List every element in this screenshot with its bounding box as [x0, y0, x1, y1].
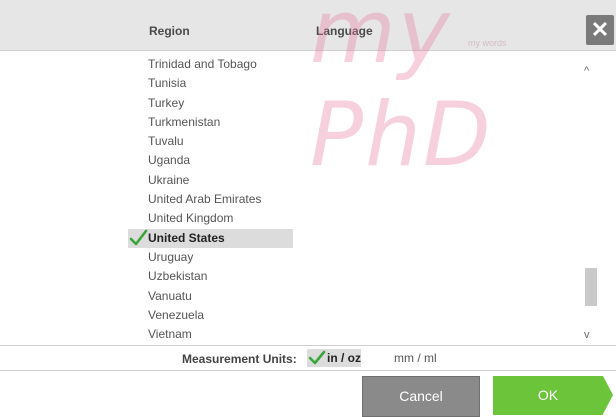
ok-button[interactable]: OK — [493, 376, 603, 415]
region-list-item[interactable]: United Kingdom — [128, 209, 293, 228]
region-label: Venezuela — [148, 307, 205, 322]
region-label: Trinidad and Tobago — [148, 57, 257, 71]
region-label: Vietnam — [148, 327, 192, 342]
region-column-header[interactable]: Region — [149, 24, 190, 38]
region-label: Uruguay — [148, 249, 194, 264]
language-column-header[interactable]: Language — [316, 24, 373, 38]
region-list-item[interactable]: United States — [128, 228, 293, 248]
region-label: United Kingdom — [148, 211, 234, 226]
region-list-item[interactable]: Turkmenistan — [128, 113, 293, 132]
region-label: United States — [148, 230, 225, 245]
region-list-item[interactable]: Turkey — [128, 94, 293, 113]
measurement-units-bar: Measurement Units: in / oz mm / ml — [0, 345, 616, 371]
region-label: Turkmenistan — [148, 114, 221, 129]
region-label: Tunisia — [148, 76, 187, 91]
region-list-item[interactable]: Uruguay — [128, 248, 293, 267]
dialog-header: Region Language ✕ — [0, 0, 616, 51]
region-label: Ukraine — [148, 172, 190, 187]
close-icon: ✕ — [590, 17, 610, 42]
unit-option-label: in / oz — [327, 351, 361, 365]
region-list-item[interactable]: Vietnam — [128, 325, 293, 344]
scroll-down-icon[interactable]: v — [584, 329, 590, 341]
unit-option-in-oz[interactable]: in / oz — [307, 349, 361, 367]
scroll-up-icon[interactable]: ^ — [584, 65, 589, 77]
region-list-item[interactable]: Vanuatu — [128, 287, 293, 306]
region-list-item[interactable]: Uganda — [128, 151, 293, 170]
region-list-item[interactable]: Trinidad and Tobago — [128, 55, 293, 74]
close-button[interactable]: ✕ — [586, 15, 614, 45]
unit-option-label: mm / ml — [394, 351, 437, 365]
region-label: Turkey — [148, 95, 185, 110]
cancel-button[interactable]: Cancel — [362, 376, 480, 417]
region-list-item[interactable]: Uzbekistan — [128, 267, 293, 286]
ok-button-arrow[interactable] — [603, 376, 613, 414]
region-label: Uzbekistan — [148, 269, 208, 284]
region-list-item[interactable]: Ukraine — [128, 171, 293, 190]
region-list-container: Trinidad and Tobago Tunisia Turkey Turkmeni… — [0, 51, 616, 344]
scrollbar[interactable]: ^ v — [580, 61, 600, 341]
region-list-item[interactable]: Venezuela — [128, 306, 293, 325]
scrollbar-thumb[interactable] — [585, 268, 597, 306]
region-label: Uganda — [148, 153, 191, 168]
checkmark-icon — [308, 350, 326, 365]
checkmark-icon — [129, 229, 148, 245]
region-list: Trinidad and Tobago Tunisia Turkey Turkmeni… — [128, 55, 293, 344]
region-list-item[interactable]: Tunisia — [128, 74, 293, 93]
region-label: United Arab Emirates — [148, 192, 262, 207]
region-label: Vanuatu — [148, 288, 192, 303]
unit-option-mm-ml[interactable]: mm / ml — [390, 349, 437, 367]
region-label: Tuvalu — [148, 134, 184, 149]
region-list-item[interactable]: Tuvalu — [128, 132, 293, 151]
region-list-item[interactable]: United Arab Emirates — [128, 190, 293, 209]
measurement-units-label: Measurement Units: — [182, 352, 297, 366]
